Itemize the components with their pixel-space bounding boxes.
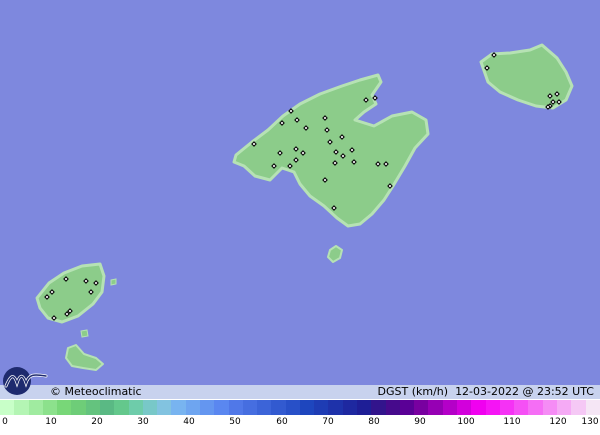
legend-swatch — [385, 400, 400, 415]
legend-tick-label: 80 — [368, 417, 380, 427]
weather-map — [0, 0, 600, 385]
legend-tick-label: 20 — [91, 417, 103, 427]
islet-espalmador — [80, 329, 89, 338]
legend-swatch — [571, 400, 586, 415]
legend-tick-label: 90 — [414, 417, 426, 427]
legend-tick-label: 120 — [549, 417, 567, 427]
legend-swatch — [71, 400, 86, 415]
credit-text: © Meteoclimatic — [50, 385, 142, 398]
legend-swatch — [142, 400, 158, 415]
map-title: DGST (km/h) 12-03-2022 @ 23:52 UTC — [377, 385, 594, 398]
legend-tick-label: 30 — [137, 417, 149, 427]
legend-swatch — [42, 400, 58, 415]
legend-swatch — [314, 400, 329, 415]
legend-swatch — [0, 400, 15, 415]
meteoclimatic-wave-logo — [3, 367, 48, 395]
legend-tick-label: 10 — [45, 417, 57, 427]
legend-swatch — [185, 400, 200, 415]
legend-tick-label: 130 — [581, 417, 599, 427]
legend-tick-label: 50 — [229, 417, 241, 427]
legend-tick-label: 60 — [276, 417, 288, 427]
islet-conejera — [110, 278, 117, 286]
legend-swatch — [342, 400, 358, 415]
legend-swatch — [199, 400, 215, 415]
legend-swatch — [271, 400, 286, 415]
legend-swatch — [157, 400, 172, 415]
legend-swatch — [299, 400, 315, 415]
legend-swatch — [542, 400, 557, 415]
legend-swatch — [485, 400, 500, 415]
legend-tick-label: 100 — [457, 417, 475, 427]
legend-swatch — [499, 400, 515, 415]
legend-swatch — [328, 400, 343, 415]
legend-swatch — [257, 400, 272, 415]
legend-swatch — [242, 400, 258, 415]
legend-swatch — [371, 400, 386, 415]
legend-swatch — [214, 400, 229, 415]
legend-swatch — [399, 400, 415, 415]
legend-swatch — [414, 400, 429, 415]
legend-swatch — [514, 400, 529, 415]
legend-swatch — [556, 400, 572, 415]
legend-tick-label: 70 — [322, 417, 334, 427]
legend-swatch — [471, 400, 486, 415]
legend-swatch — [57, 400, 72, 415]
legend-swatch — [357, 400, 372, 415]
legend-swatch — [285, 400, 300, 415]
legend-swatch — [457, 400, 472, 415]
legend-swatch — [228, 400, 243, 415]
legend-swatch — [171, 400, 186, 415]
legend-tick-label: 0 — [2, 417, 8, 427]
legend-tick-labels: 0 10 20 30 40 50 60 70 80 90 100 110 120 130 — [0, 416, 600, 430]
legend-swatch — [428, 400, 443, 415]
legend-tick-label: 40 — [183, 417, 195, 427]
legend-tick-label: 110 — [503, 417, 521, 427]
legend-swatch — [528, 400, 543, 415]
legend-swatch — [85, 400, 100, 415]
legend-swatch — [14, 400, 29, 415]
legend-swatch — [442, 400, 457, 415]
legend-swatch — [28, 400, 43, 415]
legend-swatch — [585, 400, 600, 415]
legend-swatch — [114, 400, 129, 415]
legend-swatch — [128, 400, 143, 415]
legend-color-scale — [0, 400, 600, 415]
legend-swatch — [99, 400, 115, 415]
